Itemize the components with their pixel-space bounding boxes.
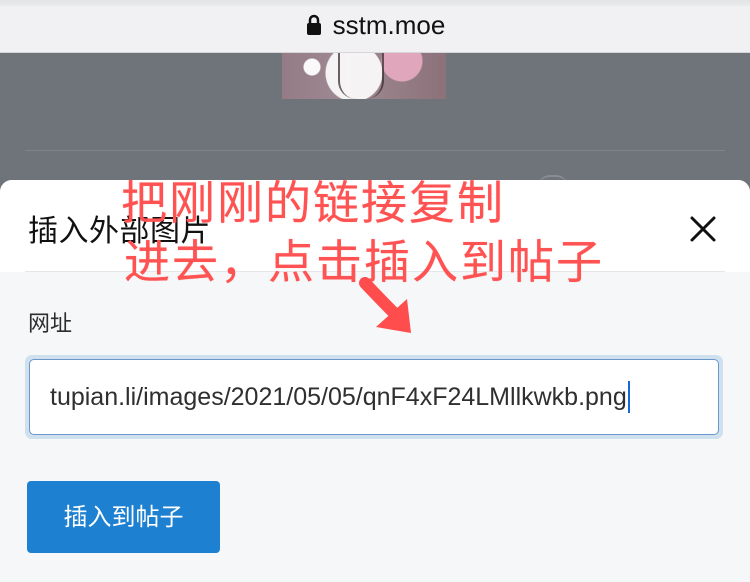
url-input-value: tupian.li/images/2021/05/05/qnF4xF24LMll… [50, 383, 627, 411]
background-divider [25, 150, 725, 151]
browser-url-text: sstm.moe [332, 9, 446, 40]
insert-into-post-button[interactable]: 插入到帖子 [27, 481, 220, 553]
cropped-status-strip [0, 0, 750, 6]
close-button[interactable] [688, 214, 718, 244]
background-image-thumbnail [282, 53, 446, 99]
annotation-line-1: 把刚刚的链接复制 [121, 176, 505, 230]
text-cursor [627, 381, 630, 413]
browser-top-bar: sstm.moe [0, 0, 750, 53]
lock-icon [305, 13, 323, 37]
close-icon [690, 216, 716, 242]
url-input[interactable]: tupian.li/images/2021/05/05/qnF4xF24LMll… [29, 359, 719, 435]
arrow-icon [359, 277, 411, 333]
thumbnail-line-art [338, 53, 384, 99]
browser-address-bar[interactable]: sstm.moe [0, 9, 750, 41]
url-input-focus-ring: tupian.li/images/2021/05/05/qnF4xF24LMll… [25, 355, 723, 439]
url-field-label: 网址 [28, 312, 73, 337]
